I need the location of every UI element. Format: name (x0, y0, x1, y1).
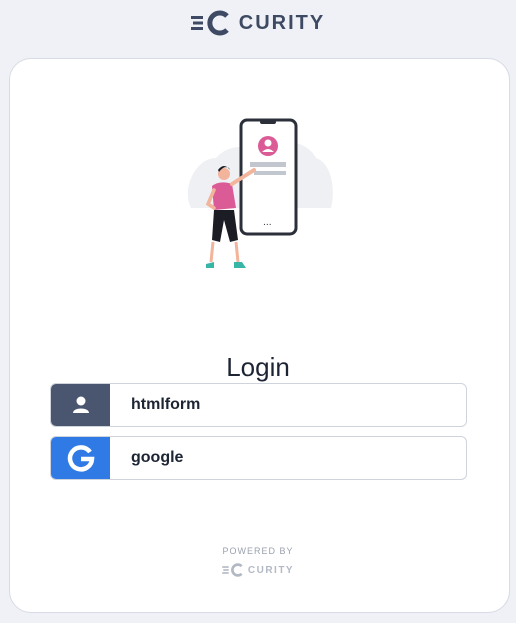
google-label: google (131, 449, 184, 466)
svg-text:...: ... (263, 218, 272, 228)
powered-by-text: POWERED BY (222, 546, 294, 556)
footer-logo: CURITY (0, 563, 516, 577)
htmlform-login-button[interactable]: htmlform (50, 383, 467, 427)
brand-name: CURITY (238, 11, 326, 34)
htmlform-label: htmlform (131, 396, 201, 413)
google-login-button[interactable]: google (50, 436, 467, 480)
google-icon (51, 437, 110, 479)
header-logo: CURITY (0, 8, 516, 38)
login-title: Login (226, 352, 290, 383)
login-illustration: ... (187, 118, 333, 268)
footer-brand-name: CURITY (247, 564, 295, 576)
user-icon (51, 384, 110, 426)
curity-logo-icon (190, 10, 229, 36)
curity-logo-icon (222, 563, 243, 577)
